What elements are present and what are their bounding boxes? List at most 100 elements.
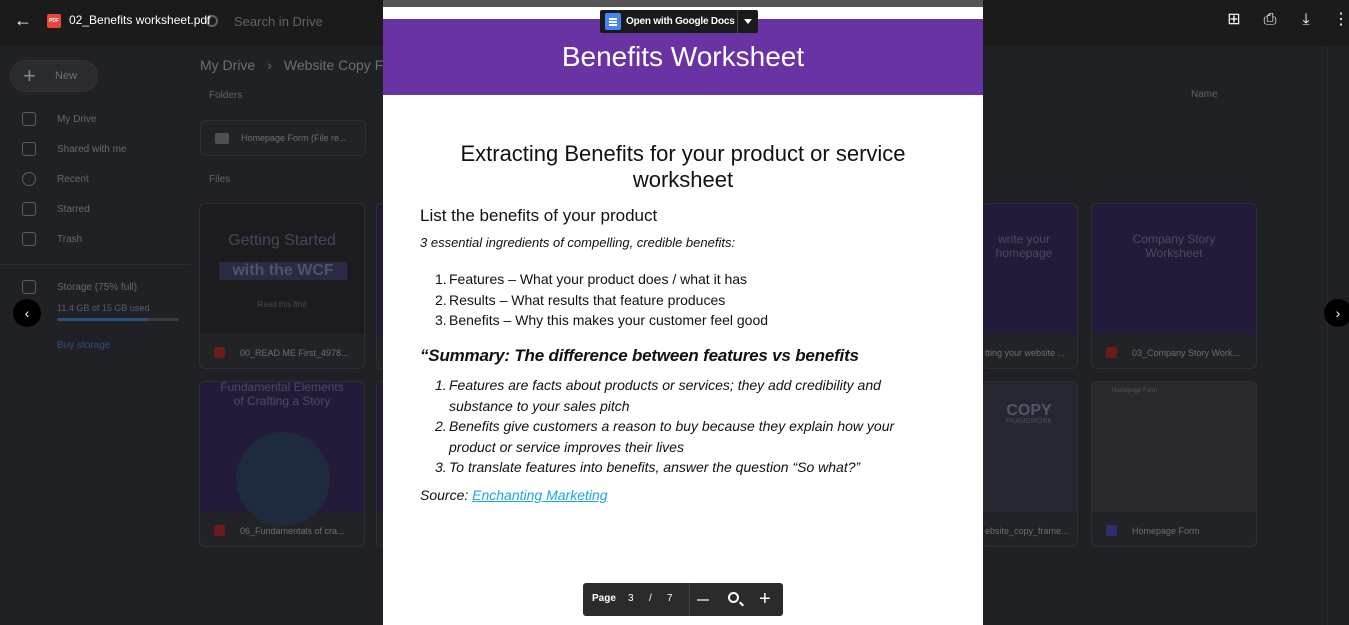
chevron-right-icon: › (267, 57, 272, 73)
source-label: Source: (420, 487, 473, 503)
sidebar-item-label: Shared with me (57, 144, 127, 155)
list-item: 1. Features – What your product does / wh… (435, 271, 748, 287)
list-item-text: To translate features into benefits, ans… (449, 459, 861, 475)
google-docs-icon (605, 13, 621, 30)
trash-icon (22, 232, 36, 246)
previous-page-edge (383, 0, 983, 7)
document-heading: Extracting Benefits for your product or … (460, 141, 906, 192)
thumb-subtitle: with the WCF (219, 262, 347, 280)
nav-divider (0, 264, 190, 276)
file-card: Fundamental Elements of Crafting a Story… (199, 381, 365, 547)
star-icon (22, 202, 36, 216)
list-item: 2. Results – What results that feature pr… (435, 291, 726, 308)
folder-item: Homepage Form (File re... (200, 120, 366, 156)
sidebar-item-shared: Shared with me (0, 138, 190, 168)
clock-icon (22, 172, 36, 186)
thumb-note: Read this first (257, 300, 307, 309)
file-thumbnail: Getting Started with the WCF Read this f… (200, 204, 364, 334)
print-icon[interactable]: ⎙ (1261, 11, 1279, 29)
open-with-google-docs-button[interactable]: Open with Google Docs (600, 10, 758, 33)
list-item: 3. To translate features into benefits, a… (435, 459, 861, 475)
folder-icon (215, 133, 229, 144)
zoom-icon[interactable] (728, 592, 739, 603)
people-icon (22, 142, 36, 156)
summary-heading: “Summary: The difference between feature… (420, 346, 859, 365)
form-icon (1106, 525, 1117, 536)
sidebar-item-trash: Trash (0, 228, 190, 258)
thumb-title: write your homepage (995, 232, 1053, 260)
pdf-icon (214, 525, 225, 536)
more-vert-icon[interactable]: ⋮ (1333, 11, 1349, 29)
sidebar-item-label: Trash (57, 234, 83, 245)
control-divider (689, 583, 690, 616)
list-item-text: Benefits – Why this makes your customer … (449, 312, 769, 328)
file-thumbnail: Homepage Form (1092, 382, 1256, 512)
file-name: 03_Company Story Work... (1132, 348, 1240, 358)
new-button: + New (10, 60, 98, 92)
thumb-title: Company Story Worksheet (1132, 232, 1216, 260)
current-page-input[interactable]: 3 (628, 593, 634, 604)
list-item-text: Results – What results that feature prod… (449, 291, 726, 308)
dropdown-arrow-icon[interactable] (744, 19, 752, 24)
file-thumbnail: Fundamental Elements of Crafting a Story (200, 382, 364, 526)
download-icon[interactable]: ⤓ (1297, 11, 1315, 29)
file-name: Homepage Form (1132, 526, 1200, 536)
previous-file-button[interactable]: ‹ (13, 299, 41, 327)
summary-list: 1. Features are facts about products or s… (420, 375, 920, 478)
list-item-text: Features are facts about products or ser… (449, 377, 881, 414)
storage-used: 11.4 GB of 15 GB used (57, 303, 150, 313)
storage-bar-fill (57, 318, 149, 321)
next-file-button[interactable]: › (1324, 299, 1349, 327)
chevron-left-icon: ‹ (24, 305, 30, 321)
back-arrow-icon[interactable]: ← (14, 10, 34, 30)
file-card: Homepage Form Homepage Form (1091, 381, 1257, 547)
list-item: 2. Benefits give customers a reason to bu… (435, 418, 895, 455)
ingredients-intro: 3 essential ingredients of compelling, c… (420, 235, 736, 250)
file-name: 06_Fundamentals of cra... (240, 526, 345, 536)
file-thumbnail: write your homepage (983, 204, 1077, 334)
file-name: ebsite_copy_frame... (985, 526, 1069, 536)
files-label: Files (209, 174, 231, 185)
file-card: write your homepage tting your website .… (982, 203, 1078, 369)
file-card: Company Story Worksheet 03_Company Story… (1091, 203, 1257, 369)
pdf-icon (1106, 347, 1117, 358)
sidebar-item-my-drive: My Drive (0, 108, 190, 138)
pdf-page: Benefits Worksheet Extracting Benefits f… (383, 0, 983, 625)
sort-label: Name (1191, 89, 1218, 100)
zoom-in-icon[interactable]: + (759, 587, 771, 611)
file-thumbnail: COPY FRAMEWORK (983, 382, 1077, 512)
reader-illustration (236, 432, 330, 526)
breadcrumb: My Drive › Website Copy Fr (200, 57, 388, 73)
ingredients-list: 1. Features – What your product does / wh… (420, 271, 768, 333)
pdf-icon (214, 347, 225, 358)
new-button-label: New (55, 70, 78, 82)
folders-label: Folders (209, 90, 243, 101)
thumb-title: Homepage Form (1112, 388, 1158, 394)
breadcrumb-item: Website Copy Fr (283, 57, 388, 73)
banner-title: Benefits Worksheet (561, 41, 805, 72)
file-card: COPY FRAMEWORK ebsite_copy_frame... (982, 381, 1078, 547)
page-controls: Page 3 / 7 + (583, 583, 783, 616)
sidebar-item-label: Starred (57, 204, 90, 215)
list-item-text: Features – What your product does / what… (449, 271, 748, 287)
buy-storage-link: Buy storage (57, 340, 111, 351)
folder-name: Homepage Form (File re... (241, 133, 347, 143)
pdf-file-icon: PDF (47, 14, 61, 28)
chevron-right-icon: › (1335, 305, 1341, 321)
breadcrumb-item: My Drive (200, 57, 256, 73)
thumb-title: Getting Started (228, 232, 336, 249)
sidebar-item-starred: Starred (0, 198, 190, 228)
drive-icon (22, 112, 36, 126)
source-link[interactable]: Enchanting Marketing (472, 487, 607, 503)
file-thumbnail: Company Story Worksheet (1092, 204, 1256, 334)
storage-bar (57, 318, 179, 321)
plus-icon: + (23, 63, 36, 88)
list-item-text: Benefits give customers a reason to buy … (449, 418, 895, 455)
zoom-out-icon[interactable] (697, 599, 709, 601)
file-card: Getting Started with the WCF Read this f… (199, 203, 365, 369)
page-separator: / (649, 593, 652, 604)
total-pages: 7 (667, 593, 673, 604)
button-divider (737, 10, 738, 33)
add-comment-icon[interactable]: ⊞ (1225, 11, 1243, 29)
thumb-subtitle: FRAMEWORK (1005, 418, 1053, 425)
